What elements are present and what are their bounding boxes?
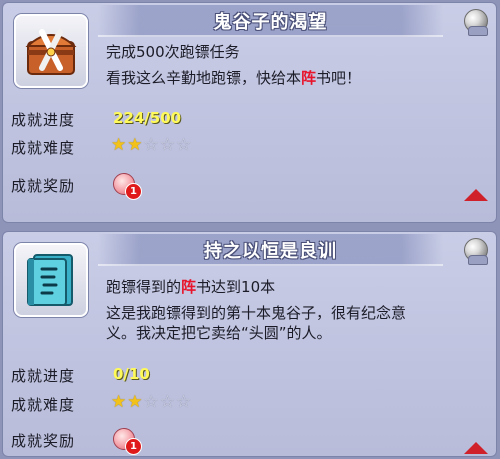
- achievement-card-2: 持之以恒是良训 跑镖得到的阵书达到10本 这是我跑镖得到的第十本鬼谷子，很有纪念…: [2, 231, 497, 457]
- reward-badge: 1: [125, 183, 142, 200]
- book-icon: [27, 254, 73, 306]
- description-text: 跑镖得到的: [106, 278, 182, 296]
- reward-item[interactable]: 1: [111, 424, 142, 455]
- description-line-2: 看我这么辛勤地跑镖，快给本阵书吧！: [106, 65, 476, 91]
- star-empty-icon: ☆: [176, 392, 192, 412]
- achievement-title: 鬼谷子的渴望: [213, 12, 328, 33]
- star-filled-icon: ★: [127, 392, 143, 412]
- star-empty-icon: ☆: [159, 135, 175, 155]
- difficulty-label: 成就难度: [11, 396, 76, 414]
- collapse-arrow-icon[interactable]: [464, 442, 488, 454]
- reward-label: 成就奖励: [11, 432, 76, 450]
- star-empty-icon: ☆: [176, 135, 192, 155]
- difficulty-stars: ★ ★ ☆ ☆ ☆: [111, 137, 191, 154]
- reward-label: 成就奖励: [11, 177, 76, 195]
- star-empty-icon: ☆: [159, 392, 175, 412]
- star-filled-icon: ★: [111, 392, 127, 412]
- progress-label: 成就进度: [11, 111, 76, 129]
- description-line-1: 完成500次跑镖任务: [106, 43, 240, 61]
- highlight-text: 阵: [301, 69, 317, 87]
- progress-value: 0/10: [113, 365, 150, 383]
- star-empty-icon: ☆: [143, 135, 159, 155]
- description-text: 书吧！: [316, 69, 362, 87]
- description-text: 书达到10本: [196, 278, 276, 296]
- collapse-arrow-icon[interactable]: [464, 189, 488, 201]
- achievement-title: 持之以恒是良训: [204, 241, 337, 262]
- achievement-description: 完成500次跑镖任务 看我这么辛勤地跑镖，快给本阵书吧！: [106, 39, 476, 91]
- description-line-1: 跑镖得到的阵书达到10本: [106, 274, 476, 300]
- difficulty-stars: ★ ★ ☆ ☆ ☆: [111, 394, 191, 411]
- progress-value: 224/500: [113, 109, 182, 127]
- achievement-card-1: 鬼谷子的渴望 完成500次跑镖任务 看我这么辛勤地跑镖，快给本阵书吧！ 成就进度…: [2, 2, 497, 223]
- description-text: 看我这么辛勤地跑镖，快给本: [106, 69, 302, 87]
- achievement-icon-frame: [14, 243, 88, 317]
- highlight-text: 阵: [181, 278, 197, 296]
- achievement-icon-frame: [14, 14, 88, 88]
- star-filled-icon: ★: [111, 135, 127, 155]
- status-orb-icon: [464, 238, 488, 265]
- status-orb-icon: [464, 9, 488, 36]
- reward-item[interactable]: 1: [111, 169, 142, 200]
- chest-icon: [25, 29, 77, 75]
- achievement-description: 跑镖得到的阵书达到10本 这是我跑镖得到的第十本鬼谷子，很有纪念意 义。我决定把…: [106, 274, 476, 346]
- difficulty-label: 成就难度: [11, 139, 76, 157]
- description-line-3: 义。我决定把它卖给“头圆”的人。: [106, 324, 332, 342]
- progress-label: 成就进度: [11, 367, 76, 385]
- star-empty-icon: ☆: [143, 392, 159, 412]
- reward-badge: 1: [125, 438, 142, 455]
- star-filled-icon: ★: [127, 135, 143, 155]
